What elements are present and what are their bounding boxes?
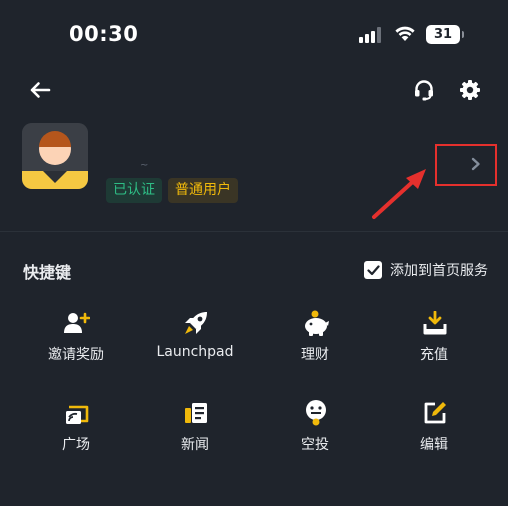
edit-icon <box>422 400 448 426</box>
shortcut-label: 编辑 <box>420 437 448 453</box>
customer-support-button[interactable] <box>410 76 438 104</box>
avatar-illustration-icon <box>22 123 88 189</box>
square-feed-icon <box>64 400 90 426</box>
back-button[interactable] <box>26 76 54 104</box>
shortcut-news[interactable]: 新闻 <box>135 400 255 460</box>
verified-badge: 已认证 <box>106 178 162 203</box>
arrow-left-icon <box>30 82 51 98</box>
status-bar: 00:30 31 <box>0 0 508 70</box>
shortcut-label: 空投 <box>301 437 329 453</box>
shortcut-label: 理财 <box>301 347 329 363</box>
gear-icon <box>460 80 480 100</box>
shortcut-deposit[interactable]: 充值 <box>374 310 494 370</box>
shortcut-wealth[interactable]: 理财 <box>255 310 375 370</box>
checkbox-checked-icon[interactable] <box>364 261 382 279</box>
news-icon <box>183 400 209 426</box>
piggy-bank-icon <box>303 310 329 336</box>
add-to-home-checkbox[interactable]: 添加到首页服务 <box>364 260 488 280</box>
cellular-signal-icon <box>359 27 385 43</box>
deposit-icon <box>422 310 448 336</box>
shortcut-edit[interactable]: 编辑 <box>374 400 494 460</box>
shortcut-label: 广场 <box>62 437 90 453</box>
avatar[interactable] <box>22 123 88 189</box>
status-time: 00:30 <box>69 22 139 46</box>
shortcut-square[interactable]: 广场 <box>16 400 136 460</box>
section-divider <box>0 231 508 232</box>
shortcuts-section-title: 快捷键 <box>23 263 72 282</box>
add-to-home-label: 添加到首页服务 <box>390 263 488 279</box>
user-level-badge: 普通用户 <box>168 178 238 203</box>
shortcut-label: Launchpad <box>156 344 234 360</box>
annotation-highlight-box <box>435 144 497 186</box>
battery-indicator: 31 <box>426 25 460 44</box>
wifi-icon <box>393 24 417 46</box>
annotation-arrow-icon <box>372 169 426 219</box>
shortcut-launchpad[interactable]: Launchpad <box>135 310 255 370</box>
shortcut-label: 新闻 <box>181 437 209 453</box>
headset-icon <box>415 80 433 101</box>
settings-button[interactable] <box>456 76 484 104</box>
shortcut-invite-reward[interactable]: 邀请奖励 <box>16 310 136 370</box>
shortcut-airdrop[interactable]: 空投 <box>255 400 375 460</box>
shortcut-label: 邀请奖励 <box>48 347 104 363</box>
invite-user-icon <box>64 310 90 336</box>
airdrop-icon <box>303 400 329 426</box>
rocket-icon <box>183 310 209 336</box>
username: ~ <box>140 160 149 171</box>
shortcut-label: 充值 <box>420 347 448 363</box>
battery-cap-icon <box>462 31 464 38</box>
